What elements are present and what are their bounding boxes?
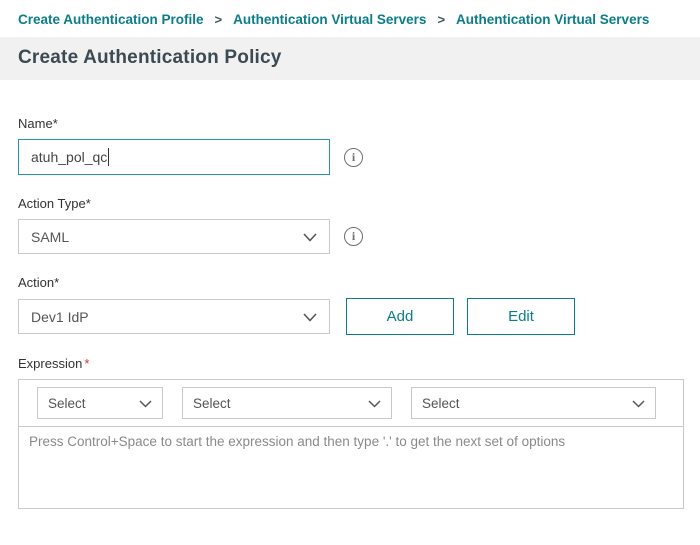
action-type-selected-value: SAML <box>31 229 69 245</box>
expression-select-2-value: Select <box>193 396 231 411</box>
name-input-value: atuh_pol_qc <box>31 149 107 165</box>
expression-required-marker: * <box>84 356 89 371</box>
breadcrumb-separator-icon: > <box>437 12 445 27</box>
name-required-marker: * <box>53 116 58 131</box>
create-authentication-policy-form: Name* atuh_pol_qc i Action Type* SAML i … <box>0 80 700 509</box>
expression-select-3-value: Select <box>422 396 460 411</box>
chevron-down-icon <box>303 309 317 325</box>
chevron-down-icon <box>303 229 317 245</box>
name-info-icon[interactable]: i <box>344 148 363 167</box>
action-selected-value: Dev1 IdP <box>31 309 89 325</box>
expression-placeholder: Press Control+Space to start the express… <box>29 434 565 449</box>
page-header: Create Authentication Policy <box>0 37 700 80</box>
action-type-required-marker: * <box>86 196 91 211</box>
expression-select-3[interactable]: Select <box>411 387 656 419</box>
action-type-select[interactable]: SAML <box>18 219 330 254</box>
breadcrumb: Create Authentication Profile > Authenti… <box>0 0 700 37</box>
name-label: Name* <box>18 116 682 131</box>
expression-select-1[interactable]: Select <box>37 387 163 419</box>
expression-select-2[interactable]: Select <box>182 387 392 419</box>
expression-field-group: Expression* Select Select Select <box>18 356 682 509</box>
text-caret <box>108 148 109 166</box>
expression-select-1-value: Select <box>48 396 86 411</box>
action-select[interactable]: Dev1 IdP <box>18 299 330 334</box>
action-type-label: Action Type* <box>18 196 682 211</box>
name-input[interactable]: atuh_pol_qc <box>18 139 330 175</box>
action-field-group: Action* Dev1 IdP Add Edit <box>18 275 682 335</box>
chevron-down-icon <box>632 396 645 411</box>
expression-input[interactable]: Press Control+Space to start the express… <box>19 426 683 508</box>
breadcrumb-item-create-authentication-profile[interactable]: Create Authentication Profile <box>18 12 204 27</box>
page-title: Create Authentication Policy <box>18 47 682 69</box>
chevron-down-icon <box>368 396 381 411</box>
edit-button[interactable]: Edit <box>467 298 575 335</box>
action-label: Action* <box>18 275 682 290</box>
chevron-down-icon <box>139 396 152 411</box>
expression-toolbar: Select Select Select <box>19 380 683 426</box>
add-button[interactable]: Add <box>346 298 454 335</box>
breadcrumb-item-authentication-virtual-servers[interactable]: Authentication Virtual Servers <box>233 12 426 27</box>
action-type-info-icon[interactable]: i <box>344 227 363 246</box>
action-required-marker: * <box>54 275 59 290</box>
breadcrumb-separator-icon: > <box>215 12 223 27</box>
name-field-group: Name* atuh_pol_qc i <box>18 116 682 175</box>
expression-editor: Select Select Select <box>18 379 684 509</box>
action-type-field-group: Action Type* SAML i <box>18 196 682 254</box>
breadcrumb-item-current: Authentication Virtual Servers <box>456 12 649 27</box>
expression-label: Expression* <box>18 356 682 371</box>
